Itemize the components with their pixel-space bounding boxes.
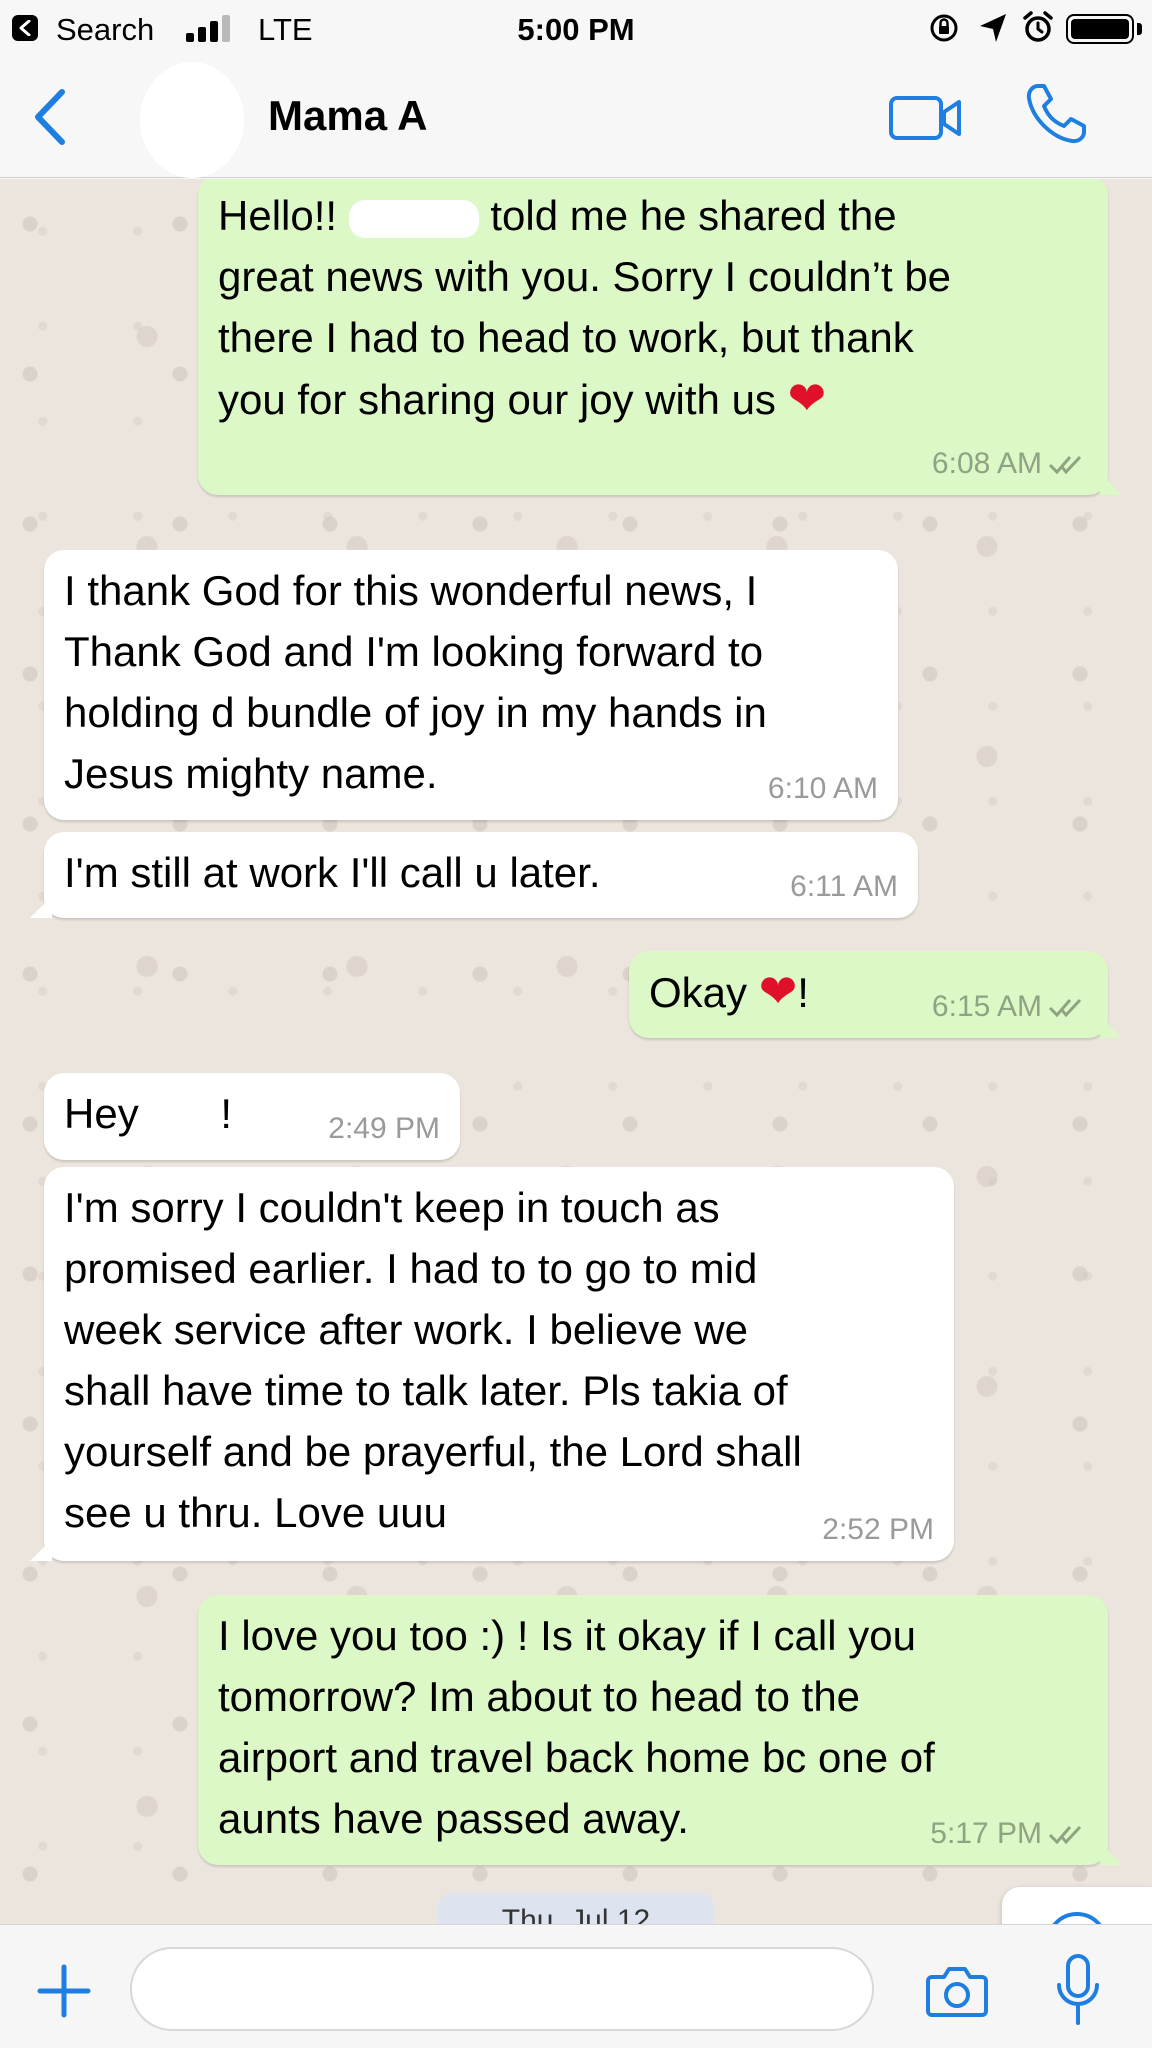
battery-level bbox=[1071, 19, 1129, 39]
back-chevron-icon[interactable] bbox=[30, 88, 70, 146]
video-camera-icon[interactable] bbox=[888, 92, 962, 144]
red-heart-icon: ❤ bbox=[758, 964, 798, 1018]
double-check-icon bbox=[1048, 998, 1082, 1018]
composer-bar bbox=[0, 1924, 1152, 2048]
chat-header: Mama A bbox=[0, 58, 1152, 178]
message-text: I love you too :) ! Is it okay if I call… bbox=[218, 1612, 935, 1842]
bubble-tail bbox=[1100, 1016, 1122, 1038]
date-separator: Thu, Jul 12 bbox=[438, 1893, 714, 1924]
redacted-name bbox=[348, 199, 479, 238]
message-time: 6:10 AM bbox=[767, 772, 878, 805]
message-time: 6:08 AM bbox=[931, 447, 1042, 480]
message-time: 5:17 PM bbox=[930, 1817, 1042, 1850]
chat-messages[interactable]: Hello!! told me he shared the great news… bbox=[0, 179, 1152, 1924]
message-meta: 6:11 AM bbox=[790, 870, 898, 904]
red-heart-icon: ❤ bbox=[787, 371, 827, 425]
message-time: 2:49 PM bbox=[328, 1112, 440, 1145]
plus-icon[interactable] bbox=[36, 1963, 92, 2019]
redacted-name bbox=[150, 1097, 221, 1136]
message-time: 6:11 AM bbox=[790, 870, 898, 903]
message-bubble-outgoing[interactable]: Hello!! told me he shared the great news… bbox=[198, 179, 1122, 495]
message-bubble-outgoing[interactable]: Okay ❤! 6:15 AM bbox=[629, 951, 1122, 1038]
battery-tip bbox=[1137, 23, 1142, 35]
message-bubble-outgoing[interactable]: I love you too :) ! Is it okay if I call… bbox=[198, 1595, 1122, 1865]
contact-name[interactable]: Mama A bbox=[268, 92, 428, 140]
message-meta: 6:15 AM bbox=[932, 990, 1088, 1024]
bubble-tail bbox=[1100, 1843, 1122, 1865]
microphone-icon[interactable] bbox=[1054, 1953, 1102, 2027]
message-text: I'm still at work I'll call u later. bbox=[64, 849, 601, 896]
camera-icon[interactable] bbox=[926, 1965, 988, 2017]
message-input[interactable] bbox=[130, 1947, 874, 2031]
scroll-to-bottom-button[interactable] bbox=[1002, 1887, 1152, 1924]
message-text: Hello!! told me he shared the great news… bbox=[218, 192, 952, 425]
rotation-lock-icon bbox=[930, 14, 958, 42]
status-bar: Search LTE 5:00 PM bbox=[0, 0, 1152, 58]
chevron-down-circle-icon bbox=[1052, 1912, 1102, 1924]
alarm-icon bbox=[1023, 11, 1053, 42]
message-meta: 6:08 AM bbox=[932, 447, 1088, 481]
message-meta: 2:49 PM bbox=[328, 1112, 440, 1146]
phone-icon[interactable] bbox=[1024, 82, 1088, 146]
bubble-tail bbox=[30, 896, 52, 918]
bubble-tail bbox=[1100, 473, 1122, 495]
message-meta: 2:52 PM bbox=[822, 1513, 934, 1547]
message-time: 6:15 AM bbox=[931, 990, 1042, 1023]
location-arrow-icon bbox=[980, 14, 1006, 42]
double-check-icon bbox=[1048, 1825, 1082, 1845]
message-bubble-incoming[interactable]: I'm still at work I'll call u later. 6:1… bbox=[30, 832, 918, 918]
avatar[interactable] bbox=[140, 62, 244, 178]
message-meta: 6:10 AM bbox=[768, 772, 878, 806]
message-text: I thank God for this wonderful news, I T… bbox=[64, 567, 767, 797]
double-check-icon bbox=[1048, 455, 1082, 475]
message-bubble-incoming[interactable]: I thank God for this wonderful news, I T… bbox=[44, 550, 898, 820]
message-bubble-incoming[interactable]: I'm sorry I couldn't keep in touch as pr… bbox=[30, 1167, 954, 1561]
bubble-tail bbox=[30, 1539, 52, 1561]
battery-icon bbox=[1066, 14, 1134, 44]
message-text: I'm sorry I couldn't keep in touch as pr… bbox=[64, 1184, 802, 1536]
message-meta: 5:17 PM bbox=[930, 1817, 1088, 1851]
message-bubble-incoming[interactable]: Hey ! 2:49 PM bbox=[44, 1073, 460, 1160]
message-time: 2:52 PM bbox=[822, 1513, 934, 1546]
